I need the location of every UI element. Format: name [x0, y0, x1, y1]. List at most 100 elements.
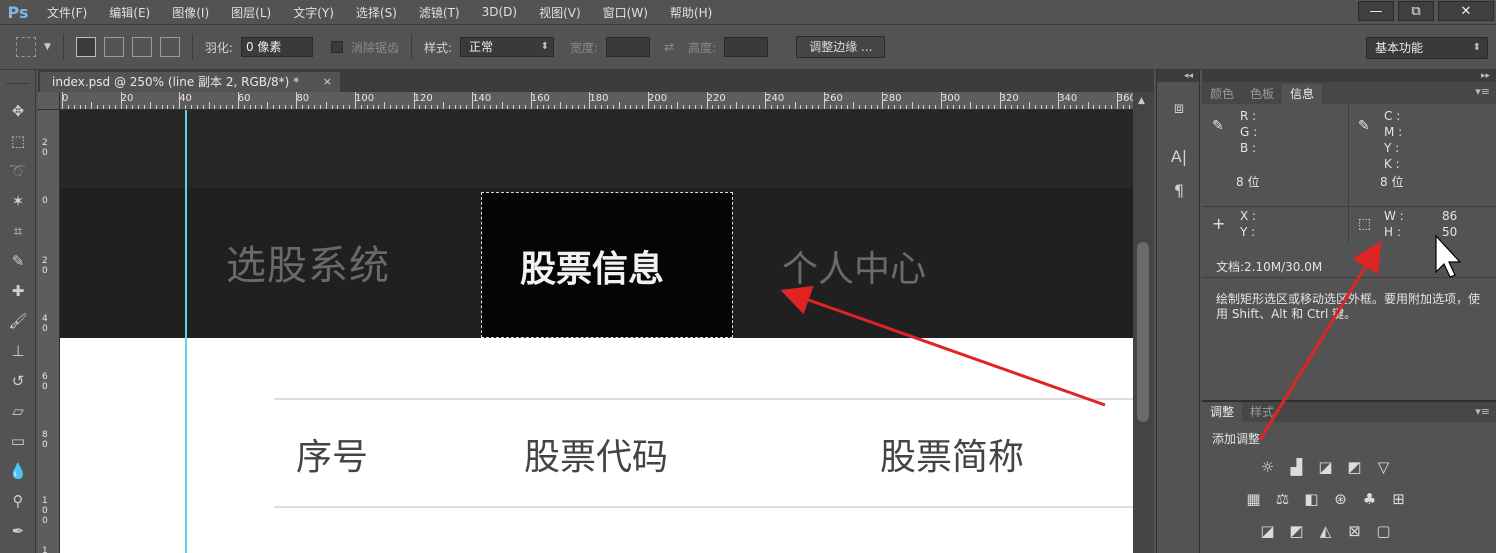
vibrance-icon[interactable]: ▽	[1374, 458, 1393, 476]
menu-3d[interactable]: 3D(D)	[471, 5, 528, 19]
history-brush-tool-icon[interactable]: ↺	[4, 366, 32, 396]
vertical-ruler[interactable]: 2 0 0 2 0 4 0 6 0 8 0 1 0 0 1 2 0	[38, 110, 60, 553]
brightness-contrast-icon[interactable]: ☼	[1258, 458, 1277, 476]
exposure-icon[interactable]: ◩	[1345, 458, 1364, 476]
gradient-tool-icon[interactable]: ▭	[4, 426, 32, 456]
document-tab[interactable]: index.psd @ 250% (line 副本 2, RGB/8*) * ×	[40, 72, 340, 92]
width-input[interactable]	[606, 37, 651, 57]
menu-view[interactable]: 视图(V)	[528, 4, 592, 21]
curves-icon[interactable]: ◪	[1316, 458, 1335, 476]
blur-tool-icon[interactable]: 💧	[4, 456, 32, 486]
ruler-origin[interactable]	[38, 92, 60, 110]
tab-info[interactable]: 信息	[1282, 84, 1323, 104]
ruler-top-minor-tick	[776, 105, 778, 109]
tab-color[interactable]: 颜色	[1202, 84, 1242, 104]
style-label: 样式:	[423, 40, 453, 55]
menu-file[interactable]: 文件(F)	[36, 4, 98, 21]
panel-menu-icon[interactable]: ▾≡	[1475, 405, 1490, 418]
photo-filter-icon[interactable]: ⊛	[1331, 490, 1350, 508]
3d-panel-icon[interactable]: ⧈	[1164, 94, 1194, 122]
color-lookup-icon[interactable]: ⊞	[1389, 490, 1408, 508]
ruler-top-minor-tick	[196, 105, 198, 109]
ruler-top-minor-tick	[308, 105, 310, 109]
panel-menu-icon[interactable]: ▾≡	[1475, 85, 1490, 98]
menu-help[interactable]: 帮助(H)	[659, 4, 723, 21]
collapse-right-icon[interactable]: ▸▸	[1202, 70, 1496, 82]
channel-mixer-icon[interactable]: ♣	[1360, 490, 1379, 508]
ruler-left-label: 0	[42, 196, 48, 206]
table-header-stock-name: 股票简称	[880, 437, 1025, 478]
black-white-icon[interactable]: ◧	[1302, 490, 1321, 508]
levels-icon[interactable]: ▟	[1287, 458, 1306, 476]
lasso-tool-icon[interactable]: ➰	[4, 156, 32, 186]
hue-saturation-icon[interactable]: ▦	[1244, 490, 1263, 508]
ruler-top-minor-tick	[97, 105, 99, 109]
pen-tool-icon[interactable]: ✒	[4, 516, 32, 546]
ruler-top-minor-tick	[683, 105, 685, 109]
dodge-tool-icon[interactable]: ⚲	[4, 486, 32, 516]
new-selection-icon[interactable]	[75, 37, 96, 57]
ruler-top-label: 160	[530, 93, 550, 104]
subtract-selection-icon[interactable]	[131, 37, 152, 57]
close-icon[interactable]: ×	[323, 72, 332, 92]
eyedropper-tool-icon[interactable]: ✎	[4, 246, 32, 276]
menu-filter[interactable]: 滤镜(T)	[408, 4, 471, 21]
invert-icon[interactable]: ◪	[1258, 522, 1277, 540]
gradient-map-icon[interactable]: ⊠	[1345, 522, 1364, 540]
ruler-top-minor-tick	[261, 105, 263, 109]
add-selection-icon[interactable]	[103, 37, 124, 57]
ruler-top-minor-tick	[313, 105, 315, 109]
crop-tool-icon[interactable]: ⌗	[4, 216, 32, 246]
ruler-top-minor-tick	[905, 105, 907, 109]
tab-adjustments[interactable]: 调整	[1202, 402, 1243, 422]
collapse-left-icon[interactable]: ◂◂	[1157, 70, 1199, 82]
swap-icon[interactable]: ⇄	[664, 40, 674, 54]
document-canvas[interactable]: 选股系统 股票信息 个人中心 序号 股票代码 股票简称	[60, 110, 1133, 553]
eraser-tool-icon[interactable]: ▱	[4, 396, 32, 426]
workspace-select[interactable]: 基本功能	[1366, 37, 1488, 59]
scroll-up-icon[interactable]: ▲	[1138, 96, 1145, 106]
intersect-selection-icon[interactable]	[159, 37, 180, 57]
antialias-checkbox[interactable]	[330, 41, 343, 53]
menu-edit[interactable]: 编辑(E)	[98, 4, 161, 21]
menu-window[interactable]: 窗口(W)	[592, 4, 659, 21]
ruler-top-minor-tick	[1093, 105, 1095, 109]
vertical-guide[interactable]	[185, 110, 187, 553]
clone-stamp-tool-icon[interactable]: ⊥	[4, 336, 32, 366]
posterize-icon[interactable]: ◩	[1287, 522, 1306, 540]
scrollbar-thumb[interactable]	[1137, 242, 1149, 422]
selective-color-icon[interactable]: ▢	[1374, 522, 1393, 540]
move-tool-icon[interactable]: ✥	[4, 96, 32, 126]
tab-styles[interactable]: 样式	[1242, 402, 1282, 422]
feather-input[interactable]: 0 像素	[240, 37, 313, 57]
height-input[interactable]	[724, 37, 769, 57]
menu-layer[interactable]: 图层(L)	[220, 4, 282, 21]
threshold-icon[interactable]: ◭	[1316, 522, 1335, 540]
menu-type[interactable]: 文字(Y)	[282, 4, 345, 21]
brush-tool-icon[interactable]: 🖌	[4, 306, 32, 336]
menu-select[interactable]: 选择(S)	[345, 4, 408, 21]
ruler-top-minor-tick	[103, 105, 105, 109]
style-select[interactable]: 正常	[460, 37, 555, 57]
color-balance-icon[interactable]: ⚖	[1273, 490, 1292, 508]
ruler-top-minor-tick	[899, 105, 901, 109]
paragraph-panel-icon[interactable]: ¶	[1164, 176, 1194, 204]
close-button[interactable]: ✕	[1438, 1, 1494, 21]
character-panel-icon[interactable]: A|	[1164, 142, 1194, 170]
magic-wand-tool-icon[interactable]: ✶	[4, 186, 32, 216]
healing-brush-tool-icon[interactable]: ✚	[4, 276, 32, 306]
menu-image[interactable]: 图像(I)	[161, 4, 220, 21]
canvas-vertical-scrollbar[interactable]: ▲	[1133, 92, 1154, 553]
chevron-down-icon[interactable]: ▼	[44, 42, 51, 52]
adjustment-icons-row-3: ◪ ◩ ◭ ⊠ ▢	[1258, 522, 1393, 540]
ruler-top-minor-tick	[360, 105, 362, 109]
tab-swatches[interactable]: 色板	[1242, 84, 1282, 104]
restore-button[interactable]: ⧉	[1398, 1, 1434, 21]
rect-marquee-preset-icon[interactable]	[16, 37, 36, 57]
refine-edge-button[interactable]: 调整边缘 ...	[796, 36, 886, 58]
ruler-top-tick	[179, 92, 181, 109]
rect-marquee-tool-icon[interactable]: ⬚	[4, 126, 32, 156]
horizontal-ruler[interactable]: 0 20 40 60 80 100 120 140 160 180 200 220 240 260 280 3…	[60, 92, 1140, 110]
toolbar-grip[interactable]	[6, 74, 29, 84]
minimize-button[interactable]: —	[1358, 1, 1394, 21]
